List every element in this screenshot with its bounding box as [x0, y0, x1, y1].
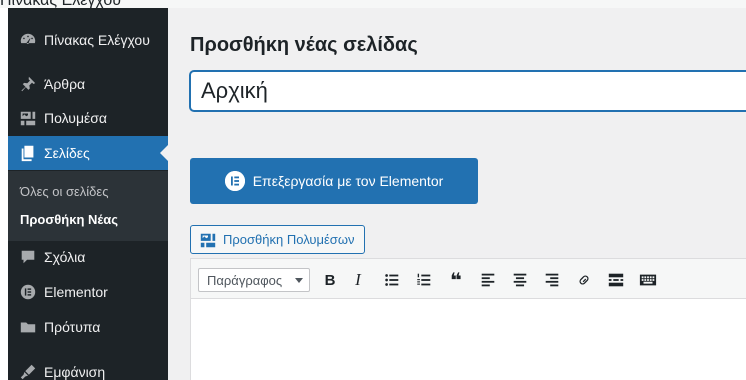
sidebar-item-label: Elementor: [44, 284, 108, 300]
align-center-icon: [513, 273, 527, 287]
sidebar-item-label: Πίνακας Ελέγχου: [44, 32, 150, 48]
align-center-button[interactable]: [509, 269, 531, 291]
edit-with-elementor-label: Επεξεργασία με τον Elementor: [252, 173, 444, 189]
elementor-icon: [8, 283, 44, 301]
align-left-icon: [481, 273, 495, 287]
sidebar-item-elementor[interactable]: Elementor: [8, 275, 168, 309]
link-icon: [579, 275, 589, 285]
bulleted-list-icon: [385, 274, 399, 286]
dashboard-icon: [8, 31, 44, 49]
folder-icon: [8, 318, 44, 336]
align-right-button[interactable]: [541, 269, 563, 291]
bulleted-list-button[interactable]: [381, 269, 403, 291]
elementor-icon: [224, 171, 245, 191]
read-more-icon: [608, 273, 624, 287]
media-icon: [8, 109, 44, 127]
media-icon: [200, 233, 216, 247]
link-button[interactable]: [573, 269, 595, 291]
sidebar-item-templates[interactable]: Πρότυπα: [8, 310, 168, 344]
sidebar-item-pages[interactable]: Σελίδες: [8, 136, 168, 170]
add-media-button[interactable]: Προσθήκη Πολυμέσων: [190, 225, 365, 254]
content-editor: Παράγραφος B I ❝: [190, 258, 746, 380]
read-more-button[interactable]: [605, 269, 627, 291]
page-title: Προσθήκη νέας σελίδας: [190, 34, 418, 56]
sidebar-item-label: Σελίδες: [44, 145, 90, 161]
sidebar-item-appearance[interactable]: Εμφάνιση: [8, 355, 168, 380]
comments-icon: [8, 248, 44, 266]
admin-bar: Πίνακας Ελέγχου: [0, 0, 746, 8]
sidebar-item-media[interactable]: Πολυμέσα: [8, 101, 168, 135]
numbered-list-icon: [417, 273, 431, 286]
sidebar-item-comments[interactable]: Σχόλια: [8, 240, 168, 274]
pages-icon: [8, 144, 44, 162]
italic-button[interactable]: I: [347, 269, 369, 291]
admin-sidebar: Πίνακας Ελέγχου Άρθρα Πολυμέσα Σελίδες Ό…: [8, 8, 168, 380]
submenu-item-all-pages[interactable]: Όλες οι σελίδες: [20, 184, 108, 199]
toolbar-toggle-button[interactable]: [637, 269, 659, 291]
sidebar-item-label: Πρότυπα: [44, 319, 101, 335]
appearance-icon: [8, 363, 44, 380]
left-edge: [0, 8, 8, 380]
add-media-label: Προσθήκη Πολυμέσων: [223, 232, 355, 247]
submenu-item-add-new[interactable]: Προσθήκη Νέας: [20, 212, 118, 227]
align-right-icon: [545, 273, 559, 287]
page-title-input[interactable]: [190, 71, 746, 111]
pin-icon: [8, 75, 44, 93]
pages-submenu: Όλες οι σελίδες Προσθήκη Νέας: [8, 171, 168, 241]
sidebar-item-label: Σχόλια: [44, 249, 86, 265]
admin-bar-text: Πίνακας Ελέγχου: [0, 0, 121, 8]
edit-with-elementor-button[interactable]: Επεξεργασία με τον Elementor: [190, 158, 478, 204]
sidebar-item-label: Άρθρα: [44, 76, 86, 92]
bold-button[interactable]: B: [319, 269, 341, 291]
sidebar-item-label: Εμφάνιση: [44, 364, 106, 380]
chevron-down-icon: [295, 278, 303, 283]
active-indicator: [160, 145, 168, 161]
editor-toolbar: Παράγραφος B I ❝: [191, 259, 746, 299]
sidebar-item-dashboard[interactable]: Πίνακας Ελέγχου: [8, 23, 168, 57]
format-select[interactable]: Παράγραφος: [198, 268, 310, 292]
align-left-button[interactable]: [477, 269, 499, 291]
keyboard-icon: [639, 274, 657, 286]
blockquote-button[interactable]: ❝: [445, 269, 467, 292]
sidebar-item-posts[interactable]: Άρθρα: [8, 67, 168, 101]
sidebar-item-label: Πολυμέσα: [44, 110, 107, 126]
numbered-list-button[interactable]: [413, 269, 435, 291]
format-select-value: Παράγραφος: [207, 272, 283, 288]
